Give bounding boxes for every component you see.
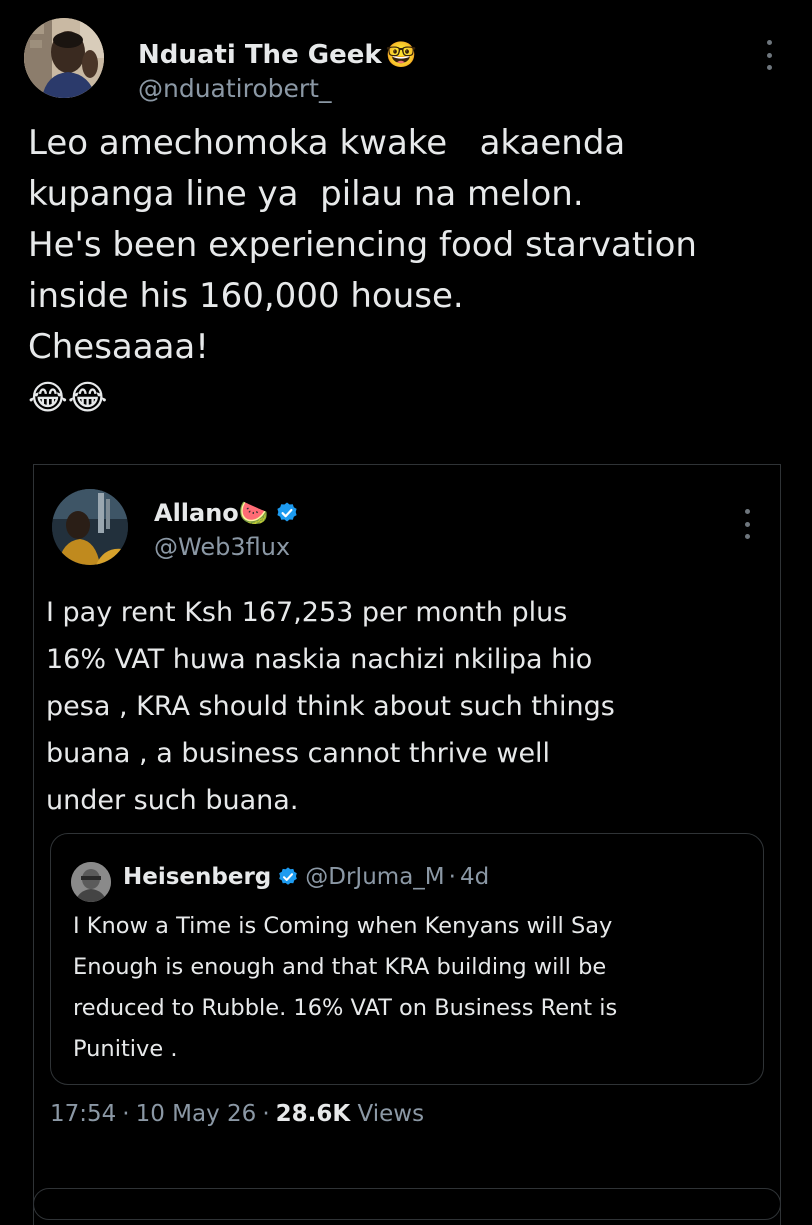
nested-avatar[interactable] <box>71 862 111 902</box>
separator-dot: · <box>262 1101 270 1127</box>
timestamp-time[interactable]: 17:54 <box>50 1101 116 1127</box>
quoted-display-name[interactable]: Allano🍉 <box>154 499 299 531</box>
nested-header: Heisenberg @DrJuma_M · 4d <box>123 864 489 894</box>
nerd-face-emoji: 🤓 <box>385 40 417 69</box>
tweet-text: Leo amechomoka kwake akaenda kupanga lin… <box>28 123 697 418</box>
quoted-tweet[interactable]: Allano🍉 @Web3flux I pay rent Ksh 167,253… <box>33 464 781 1225</box>
tweet-meta: 17:54 · 10 May 26 · 28.6K Views <box>50 1101 424 1127</box>
timestamp-date[interactable]: 10 May 26 <box>136 1101 257 1127</box>
nested-display-name[interactable]: Heisenberg <box>123 864 271 890</box>
quoted-tweet-text: I pay rent Ksh 167,253 per month plus 16… <box>46 597 615 816</box>
next-card-edge <box>33 1188 781 1220</box>
nested-quoted-tweet[interactable]: Heisenberg @DrJuma_M · 4d I Know a Time is… <box>50 833 764 1085</box>
views-count[interactable]: 28.6K <box>276 1101 351 1127</box>
quoted-avatar[interactable] <box>52 489 128 565</box>
separator-dot: · <box>122 1101 130 1127</box>
more-vertical-icon[interactable] <box>764 40 774 70</box>
views-label: Views <box>357 1101 425 1127</box>
nested-handle[interactable]: @DrJuma_M <box>305 864 444 890</box>
verified-badge-icon <box>277 866 299 894</box>
more-vertical-icon[interactable] <box>742 509 752 539</box>
user-handle[interactable]: @nduatirobert_ <box>138 74 331 103</box>
nested-tweet-text: I Know a Time is Coming when Kenyans wil… <box>73 913 618 1062</box>
nested-age[interactable]: 4d <box>460 864 489 890</box>
separator-dot: · <box>448 864 456 890</box>
display-name[interactable]: Nduati The Geek 🤓 <box>138 40 417 70</box>
verified-badge-icon <box>275 501 299 531</box>
quoted-handle[interactable]: @Web3flux <box>154 533 290 561</box>
avatar[interactable] <box>24 18 104 98</box>
tweet-header: Nduati The Geek 🤓 @nduatirobert_ <box>24 18 794 103</box>
